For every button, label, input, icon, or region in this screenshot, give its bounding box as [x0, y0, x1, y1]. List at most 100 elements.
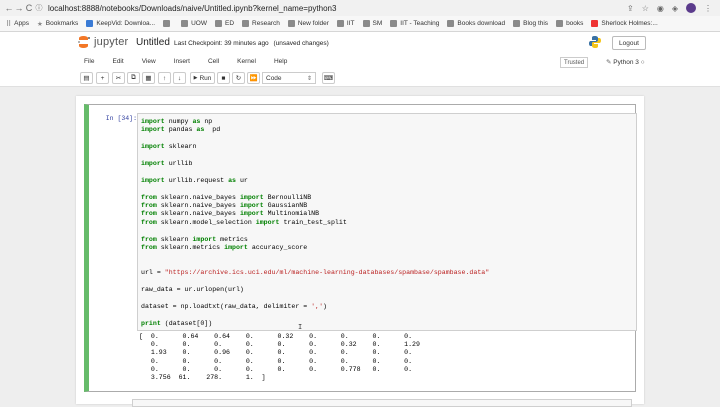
- folder-icon: [242, 20, 250, 27]
- star-icon: ★: [36, 21, 43, 28]
- share-icon[interactable]: ⇪: [627, 4, 634, 13]
- input-prompt: In [34]:: [105, 115, 137, 122]
- folder-icon: [336, 20, 344, 27]
- bookmark-books[interactable]: books: [556, 20, 583, 27]
- trusted-indicator[interactable]: Trusted: [560, 57, 589, 68]
- bookmark-label: ED: [224, 20, 235, 27]
- apps-icon: ⠿: [6, 21, 12, 28]
- bookmark-blog-this[interactable]: Blog this: [513, 20, 548, 27]
- info-icon[interactable]: ⓘ: [34, 3, 44, 13]
- forward-icon[interactable]: →: [14, 3, 24, 13]
- bookmark-apps[interactable]: ⠿ Apps: [6, 20, 29, 28]
- folder-icon: [214, 20, 222, 27]
- folder-icon: [287, 20, 295, 27]
- keepvid-icon: [86, 20, 94, 27]
- reload-icon[interactable]: C: [24, 3, 34, 13]
- menu-kernel[interactable]: Kernel: [237, 58, 256, 65]
- notebook-toolbar: ▤ + ✂ ⧉ ▦ ↑ ↓ ▶ Run ■ ↻ ⏩ Code ⇕ ⌨: [0, 70, 720, 87]
- bookmarks-bar: ⠿ Apps ★ Bookmarks KeepVid: Downloa... UOW…: [0, 16, 720, 32]
- bookmark-ed[interactable]: ED: [214, 20, 235, 27]
- menu-icon[interactable]: ⋮: [704, 4, 712, 13]
- bookmark-label: Research: [252, 20, 280, 27]
- menu-file[interactable]: File: [84, 58, 94, 65]
- python-logo-icon: [589, 36, 601, 48]
- youtube-icon: [591, 20, 599, 27]
- cut-icon[interactable]: ✂: [112, 72, 125, 84]
- edit-mode-icon: ✎: [606, 59, 612, 66]
- logout-button[interactable]: Logout: [612, 36, 646, 50]
- code-editor[interactable]: import numpy as np import pandas as pd i…: [137, 113, 637, 332]
- cell-type-select[interactable]: Code ⇕: [262, 72, 316, 84]
- bookmark-uow[interactable]: UOW: [181, 20, 207, 27]
- output-line: 0. 0. 0. 0. 0. 0. 0.778 0. 0.: [139, 365, 413, 373]
- notebook-title[interactable]: Untitled: [136, 37, 170, 48]
- move-down-icon[interactable]: ↓: [173, 72, 186, 84]
- menu-insert[interactable]: Insert: [174, 58, 190, 65]
- restart-icon[interactable]: ↻: [232, 72, 245, 84]
- bookmark-iit-teaching[interactable]: IIT - Teaching: [390, 20, 439, 27]
- move-up-icon[interactable]: ↑: [158, 72, 171, 84]
- bookmark-bookmarks[interactable]: ★ Bookmarks: [36, 20, 79, 28]
- menu-edit[interactable]: Edit: [112, 58, 123, 65]
- cell-output: [ 0. 0.64 0.64 0. 0.32 0. 0. 0. 0. 0. 0.…: [139, 333, 420, 382]
- bookmark-label: New folder: [297, 20, 329, 27]
- cell-type-value: Code: [266, 74, 282, 82]
- output-line: 0. 0. 0. 0. 0. 0. 0. 0. 0.: [139, 357, 413, 365]
- command-palette-icon[interactable]: ⌨: [322, 72, 335, 84]
- next-code-cell[interactable]: [132, 399, 632, 407]
- output-line: 0. 0. 0. 0. 0. 0. 0.32 0. 1.29: [139, 341, 420, 349]
- code-content: import numpy as np import pandas as pd i…: [141, 118, 490, 327]
- profile-avatar[interactable]: [686, 3, 696, 13]
- menu-help[interactable]: Help: [274, 58, 287, 65]
- bookmark-label: UOW: [191, 20, 207, 27]
- save-icon[interactable]: ▤: [80, 72, 93, 84]
- bookmark-keepvid[interactable]: KeepVid: Downloa...: [86, 20, 155, 27]
- text-cursor-icon: I: [298, 324, 303, 332]
- paste-icon[interactable]: ▦: [142, 72, 155, 84]
- run-icon: ▶: [193, 75, 198, 81]
- menu-view[interactable]: View: [142, 58, 156, 65]
- jupyter-header: jupyter Untitled Last Checkpoint: 39 min…: [0, 32, 720, 54]
- bookmark-sm[interactable]: SM: [362, 20, 383, 27]
- chevron-down-icon: ⇕: [306, 75, 312, 82]
- bookmark-new-folder[interactable]: New folder: [287, 20, 329, 27]
- extension-icon-2[interactable]: ◈: [672, 4, 678, 13]
- bookmark-label: Bookmarks: [45, 20, 79, 27]
- output-line: [ 0. 0.64 0.64 0. 0.32 0. 0. 0. 0.: [139, 333, 413, 340]
- bookmark-sherlock[interactable]: Sherlock Holmes:...: [591, 20, 658, 27]
- checkpoint-status: Last Checkpoint: 39 minutes ago (unsaved…: [174, 40, 329, 47]
- bookmark-label: Blog this: [523, 20, 549, 27]
- checkpoint-text: Last Checkpoint: 39 minutes ago: [174, 40, 269, 47]
- code-cell-selected[interactable]: In [34]: import numpy as np import panda…: [84, 104, 637, 392]
- menu-cell[interactable]: Cell: [208, 58, 219, 65]
- run-button[interactable]: ▶ Run: [190, 72, 215, 84]
- copy-icon[interactable]: ⧉: [127, 72, 140, 84]
- url-field[interactable]: localhost:8888/notebooks/Downloads/naive…: [48, 4, 627, 13]
- browser-actions: ⇪ ☆ ◉ ◈ ⋮: [627, 3, 712, 13]
- kernel-indicator[interactable]: ✎ Python 3 ○: [606, 58, 645, 66]
- kernel-status-icon: ○: [640, 59, 645, 66]
- bookmark-iit[interactable]: IIT: [336, 20, 355, 27]
- folder-icon: [163, 20, 171, 27]
- bookmark-label: Sherlock Holmes:...: [601, 20, 658, 27]
- bookmark-books-download[interactable]: Books download: [447, 20, 505, 27]
- output-line: 1.93 0. 0.96 0. 0. 0. 0. 0. 0.: [139, 349, 413, 357]
- folder-icon: [556, 20, 564, 27]
- folder-icon: [362, 20, 370, 27]
- bookmark-research[interactable]: Research: [242, 20, 280, 27]
- bookmark-label: books: [566, 20, 584, 27]
- insert-cell-icon[interactable]: +: [96, 72, 109, 84]
- jupyter-logo-icon: [78, 36, 90, 48]
- back-icon[interactable]: ←: [4, 3, 14, 13]
- kernel-name: Python 3: [613, 59, 639, 66]
- restart-run-all-icon[interactable]: ⏩: [247, 72, 260, 84]
- bookmark-folder[interactable]: [163, 20, 173, 27]
- jupyter-logo[interactable]: jupyter: [78, 36, 128, 48]
- bookmark-star-icon[interactable]: ☆: [642, 4, 649, 13]
- extension-icon[interactable]: ◉: [657, 4, 664, 13]
- output-line: 3.756 61. 278. 1. ]: [139, 374, 266, 382]
- bookmark-label: SM: [372, 20, 383, 27]
- folder-icon: [513, 20, 521, 27]
- folder-icon: [390, 20, 398, 27]
- interrupt-icon[interactable]: ■: [217, 72, 230, 84]
